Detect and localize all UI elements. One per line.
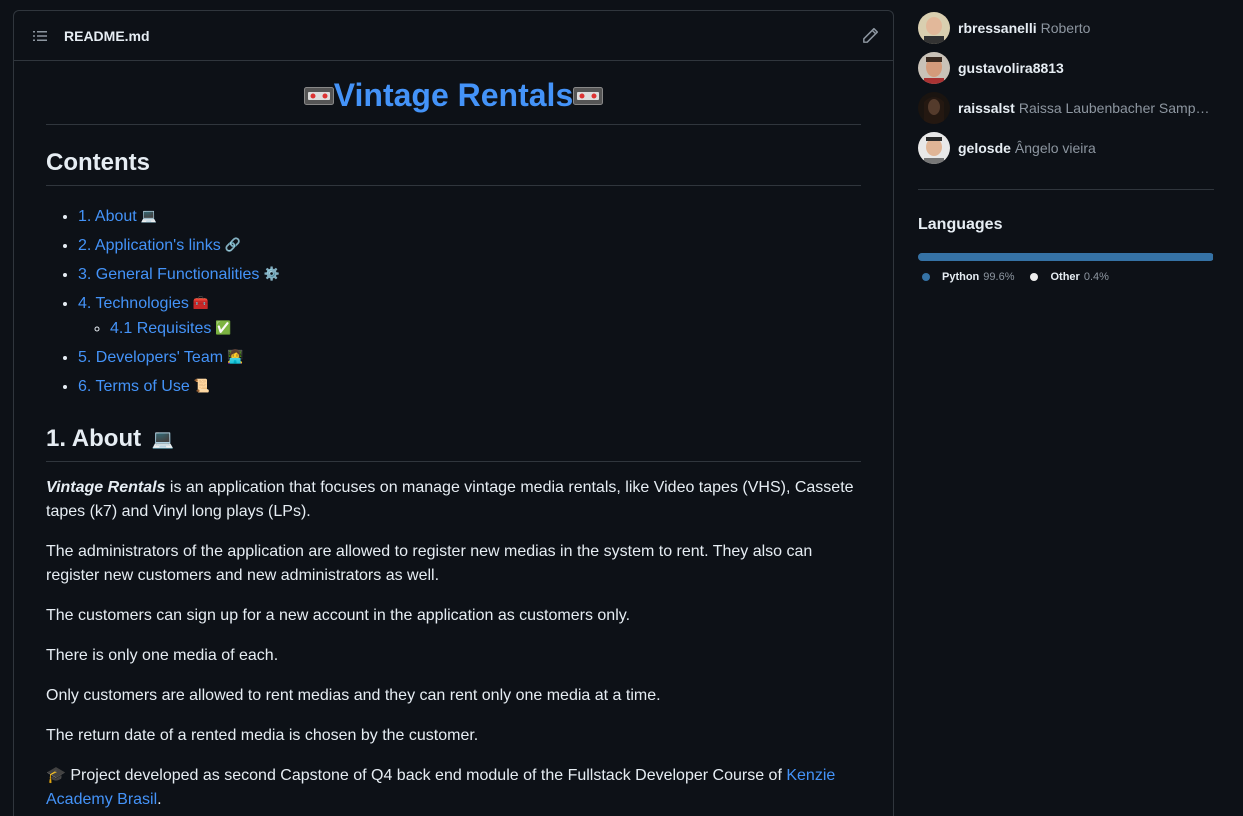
other-color-dot (1030, 273, 1039, 281)
admin-paragraph: The administrators of the application ar… (46, 543, 813, 584)
contributor-login[interactable]: raissalst (958, 100, 1015, 116)
contributor-login[interactable]: gustavolira8813 (958, 60, 1064, 76)
markdown-body: Vintage Rentals Contents 1. About💻 2. Ap… (14, 61, 893, 812)
vhs-icon (573, 86, 604, 105)
python-color-dot (922, 273, 930, 281)
gear-icon: ⚙️ (263, 266, 280, 281)
laptop-icon: 💻 (140, 208, 157, 223)
contributor-login[interactable]: gelosde (958, 140, 1011, 156)
readme-panel: README.md Vintage Rentals Contents 1. Ab… (13, 10, 894, 816)
toc-link-terms[interactable]: 6. Terms of Use (78, 378, 190, 395)
toc-item: 3. General Functionalities ⚙️ (78, 262, 861, 287)
toc-link-about[interactable]: 1. About (78, 208, 137, 225)
contributor-row[interactable]: raissalst Raissa Laubenbacher Samp… (918, 92, 1214, 124)
laptop-icon: 💻 (151, 429, 175, 449)
contributor-row[interactable]: rbressanelli Roberto (918, 12, 1214, 44)
contributors-list: rbressanelli Roberto gustavolira8813 rai… (918, 12, 1214, 164)
avatar[interactable] (918, 52, 950, 84)
readme-title: Vintage Rentals (46, 61, 861, 125)
capstone-suffix: . (157, 791, 162, 808)
language-item-other[interactable]: Other 0.4% (1030, 271, 1109, 283)
toc-item: 6. Terms of Use📜 (78, 374, 861, 399)
customers-paragraph: The customers can sign up for a new acco… (46, 607, 631, 624)
media-paragraph: There is only one media of each. (46, 647, 279, 664)
language-bar-gap (1212, 253, 1214, 261)
toc-item: 5. Developers' Team 👩‍💻 (78, 345, 861, 370)
contributor-name: Ângelo vieira (1014, 140, 1096, 156)
capstone-text: 🎓 Project developed as second Capstone o… (46, 767, 787, 784)
toc-sublist: 4.1 Requisites ✅ (78, 316, 861, 341)
toc-link-requisites[interactable]: 4.1 Requisites (110, 320, 211, 337)
contents-heading: Contents (46, 149, 861, 186)
rent-paragraph: Only customers are allowed to rent media… (46, 687, 661, 704)
toc-link-technologies[interactable]: 4. Technologies (78, 295, 189, 312)
table-of-contents: 1. About💻 2. Application's links🔗 3. Gen… (46, 204, 861, 399)
toc-item: 1. About💻 (78, 204, 861, 229)
sidebar: rbressanelli Roberto gustavolira8813 rai… (918, 12, 1214, 283)
contributor-login[interactable]: rbressanelli (958, 20, 1037, 36)
edit-pencil-icon[interactable] (861, 27, 879, 45)
avatar[interactable] (918, 92, 950, 124)
language-name: Other (1050, 271, 1080, 283)
avatar[interactable] (918, 12, 950, 44)
sidebar-divider (918, 189, 1214, 190)
app-name-emphasis: Vintage Rentals (46, 479, 166, 496)
language-percent: 99.6% (983, 271, 1015, 283)
check-box-icon: ✅ (215, 320, 232, 335)
capstone-paragraph: 🎓 Project developed as second Capstone o… (46, 764, 861, 812)
scroll-icon: 📜 (193, 378, 210, 393)
toc-link-links[interactable]: 2. Application's links (78, 237, 221, 254)
about-heading-text: 1. About (46, 425, 142, 452)
language-item-python[interactable]: Python 99.6% (922, 271, 1014, 283)
about-paragraph-text: is an application that focuses on manage… (46, 479, 854, 520)
list-unordered-icon[interactable] (32, 28, 48, 44)
contributor-name: Raissa Laubenbacher Samp… (1018, 100, 1210, 116)
language-name: Python (942, 271, 980, 283)
language-percent: 0.4% (1083, 271, 1109, 283)
toc-subitem: 4.1 Requisites ✅ (110, 316, 861, 341)
avatar[interactable] (918, 132, 950, 164)
about-heading: 1. About 💻 (46, 425, 861, 462)
return-date-paragraph: The return date of a rented media is cho… (46, 727, 479, 744)
toc-link-functionalities[interactable]: 3. General Functionalities (78, 266, 259, 283)
toc-link-team[interactable]: 5. Developers' Team (78, 349, 223, 366)
language-list: Python 99.6% Other 0.4% (918, 271, 1214, 283)
readme-filename[interactable]: README.md (64, 28, 150, 44)
toc-item: 4. Technologies🧰 4.1 Requisites ✅ (78, 291, 861, 341)
toolbox-icon: 🧰 (192, 295, 210, 310)
contributor-name: Roberto (1040, 20, 1091, 36)
title-link[interactable]: Vintage Rentals (334, 77, 573, 113)
contributor-row[interactable]: gelosde Ângelo vieira (918, 132, 1214, 164)
technologist-icon: 👩‍💻 (227, 349, 244, 364)
toc-item: 2. Application's links🔗 (78, 233, 861, 258)
contributor-row[interactable]: gustavolira8813 (918, 52, 1214, 84)
readme-header: README.md (14, 11, 893, 61)
about-paragraph: Vintage Rentals is an application that f… (46, 476, 861, 524)
link-icon: 🔗 (224, 237, 241, 252)
language-bar (918, 253, 1214, 261)
vhs-icon (303, 86, 334, 105)
languages-heading: Languages (918, 216, 1003, 233)
language-bar-python[interactable] (918, 253, 1213, 261)
